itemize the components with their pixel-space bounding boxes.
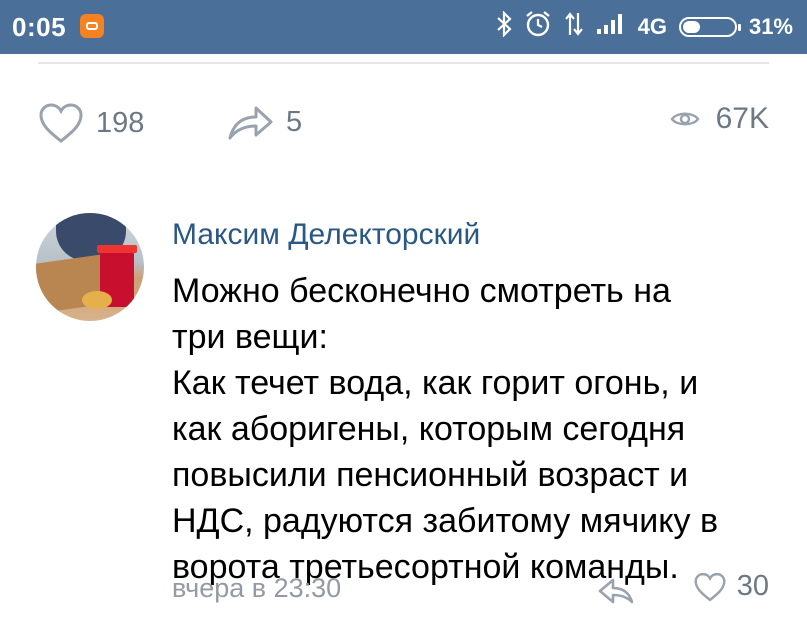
reply-icon [598,578,634,604]
battery-percent-label: 31% [748,14,793,39]
notification-icon [80,14,104,38]
alarm-icon [524,10,552,44]
network-type-label: 4G [637,14,667,39]
comment-author-name[interactable]: Максим Делекторский [172,218,480,252]
post-divider [38,62,769,64]
post-views-count: 67K [715,102,769,135]
heart-icon [694,572,726,601]
eye-icon [670,112,700,126]
heart-icon [39,103,83,143]
comment-like-button[interactable]: 30 [693,570,769,603]
bluetooth-icon [496,10,512,43]
reply-button[interactable] [596,574,636,606]
post-like-button[interactable]: 198 [38,102,144,144]
status-bar: 0:05 4G 31% [0,0,807,54]
post-views: 67K [670,102,769,136]
avatar[interactable] [36,213,144,321]
comment-timestamp: вчера в 23:30 [172,573,342,603]
post-like-count: 198 [96,106,145,139]
post-share-count: 5 [286,105,303,138]
post-actions-bar: 198 5 67K [0,100,807,150]
data-arrows-icon [564,11,584,43]
status-icons: 4G 31% [496,10,793,44]
signal-icon [596,13,626,41]
comment-text: Можно бесконечно смотреть на три вещи: К… [172,272,719,586]
comment-like-count: 30 [736,570,769,602]
battery-icon [678,17,741,37]
status-time: 0:05 [12,12,67,42]
battery-level-fill [682,21,700,33]
share-icon [228,106,273,140]
post-share-button[interactable]: 5 [226,102,302,142]
